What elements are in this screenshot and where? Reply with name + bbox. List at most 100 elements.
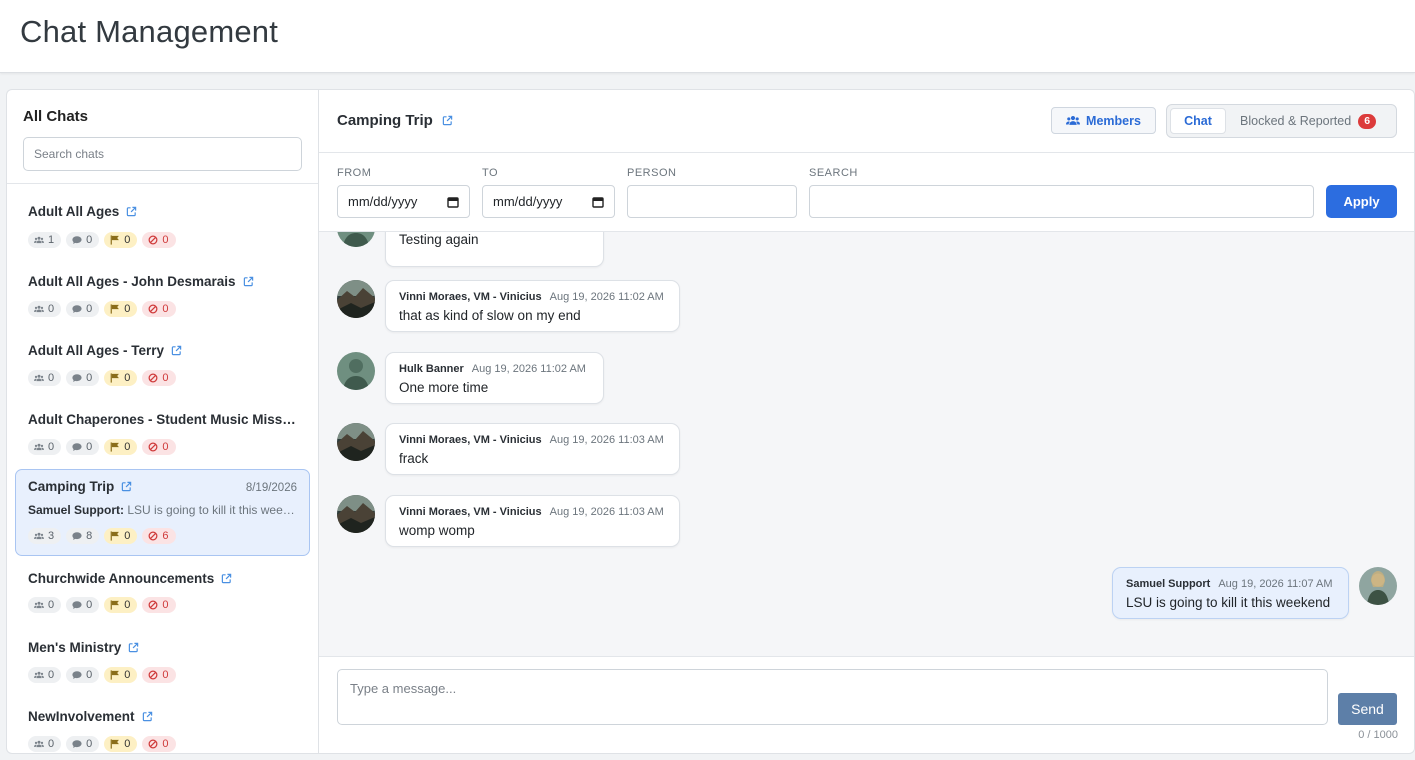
chat-name: Adult All Ages - John Desmarais — [28, 274, 236, 289]
message-bubble: Vinni Moraes, VM - Vinicius Aug 19, 2026… — [385, 495, 680, 547]
chat-title: Camping Trip — [337, 112, 433, 129]
send-button[interactable]: Send — [1338, 693, 1397, 725]
comment-icon — [72, 670, 82, 680]
chat-list-item[interactable]: Adult Chaperones - Student Music Mission… — [15, 402, 310, 466]
flag-icon — [110, 670, 120, 680]
members-count-badge: 3 — [28, 528, 62, 544]
messages-count-badge: 0 — [66, 667, 100, 683]
message-text: Testing again — [399, 232, 479, 247]
flag-icon — [110, 739, 120, 749]
chat-list-item[interactable]: Adult All Ages - John Desmarais 0 0 0 0 — [15, 264, 310, 328]
message-text: One more time — [399, 380, 489, 395]
person-label: PERSON — [627, 167, 677, 179]
external-link-icon[interactable] — [126, 206, 137, 217]
message-text: LSU is going to kill it this weekend — [1126, 595, 1331, 610]
message-list[interactable]: Testing again Vinni Moraes, VM - Viniciu… — [319, 232, 1414, 656]
to-date-input[interactable]: mm/dd/yyyy — [482, 185, 615, 218]
calendar-icon[interactable] — [447, 196, 459, 208]
message-time: Aug 19, 2026 11:03 AM — [549, 506, 664, 518]
members-count-badge: 1 — [28, 232, 62, 248]
flags-count-badge: 0 — [104, 301, 138, 317]
sidebar-divider — [7, 183, 318, 184]
chat-list-item[interactable]: NewInvolvement 0 0 0 0 — [15, 699, 310, 753]
members-count-badge: 0 — [28, 667, 62, 683]
from-date-input[interactable]: mm/dd/yyyy — [337, 185, 470, 218]
comment-icon — [72, 442, 82, 452]
flags-count-badge: 0 — [104, 736, 138, 752]
search-chats-input[interactable] — [23, 137, 302, 171]
ban-icon — [148, 531, 158, 541]
external-link-icon[interactable] — [142, 711, 153, 722]
tab-blocked-reported[interactable]: Blocked & Reported 6 — [1240, 108, 1377, 134]
chat-list-item-active[interactable]: Camping Trip 8/19/2026 Samuel Support: L… — [15, 469, 310, 556]
chat-name: Men's Ministry — [28, 640, 122, 655]
tab-chat[interactable]: Chat — [1170, 108, 1226, 134]
message-text: frack — [399, 451, 429, 466]
message-input[interactable] — [337, 669, 1328, 725]
members-count-badge: 0 — [28, 301, 62, 317]
chat-name: Adult All Ages — [28, 204, 120, 219]
message-time: Aug 19, 2026 11:02 AM — [471, 363, 586, 375]
blocked-count-badge: 0 — [142, 439, 176, 455]
chat-list-item[interactable]: Adult All Ages 1 0 0 0 — [15, 194, 310, 258]
blocked-count-badge: 0 — [142, 667, 176, 683]
avatar — [1359, 567, 1397, 605]
flags-count-badge: 0 — [104, 597, 138, 613]
page-title: Chat Management — [20, 14, 279, 49]
message-bubble: Vinni Moraes, VM - Vinicius Aug 19, 2026… — [385, 423, 680, 475]
filter-bar: FROM mm/dd/yyyy TO mm/dd/yyyy PERSON SEA… — [319, 153, 1414, 232]
users-icon — [34, 531, 44, 541]
message-bubble: Samuel Support Aug 19, 2026 11:07 AM LSU… — [1112, 567, 1349, 619]
messages-count-badge: 0 — [66, 597, 100, 613]
message-time: Aug 19, 2026 11:07 AM — [1218, 578, 1333, 590]
messages-count-badge: 0 — [66, 736, 100, 752]
ban-icon — [148, 739, 158, 749]
external-link-icon[interactable] — [128, 642, 139, 653]
message-time: Aug 19, 2026 11:02 AM — [549, 291, 664, 303]
ban-icon — [148, 670, 158, 680]
users-icon — [34, 235, 44, 245]
character-count: 0 / 1000 — [1358, 729, 1398, 741]
message-bubble: Testing again — [385, 232, 604, 267]
external-link-icon[interactable] — [243, 276, 254, 287]
members-count-badge: 0 — [28, 597, 62, 613]
users-icon — [34, 600, 44, 610]
preview-text: LSU is going to kill it this weekend — [127, 503, 300, 517]
view-tabs: Chat Blocked & Reported 6 — [1166, 104, 1397, 138]
message-text: that as kind of slow on my end — [399, 308, 581, 323]
chat-list-item[interactable]: Churchwide Announcements 0 0 0 0 — [15, 561, 310, 625]
apply-button[interactable]: Apply — [1326, 185, 1397, 218]
messages-count-badge: 8 — [66, 528, 100, 544]
external-link-icon[interactable] — [171, 345, 182, 356]
ban-icon — [148, 442, 158, 452]
message-sender: Vinni Moraes, VM - Vinicius — [399, 291, 542, 303]
message-bubble: Hulk Banner Aug 19, 2026 11:02 AM One mo… — [385, 352, 604, 404]
flags-count-badge: 0 — [104, 370, 138, 386]
chat-list-item[interactable]: Men's Ministry 0 0 0 0 — [15, 630, 310, 694]
person-input[interactable] — [627, 185, 797, 218]
comment-icon — [72, 373, 82, 383]
messages-count-badge: 0 — [66, 301, 100, 317]
calendar-icon[interactable] — [592, 196, 604, 208]
chat-name: Adult All Ages - Terry — [28, 343, 165, 358]
users-icon — [34, 373, 44, 383]
members-button[interactable]: Members — [1051, 107, 1156, 134]
flags-count-badge: 0 — [104, 667, 138, 683]
external-link-icon[interactable] — [221, 573, 232, 584]
users-icon — [34, 739, 44, 749]
flag-icon — [110, 235, 120, 245]
avatar — [337, 352, 375, 390]
comment-icon — [72, 304, 82, 314]
users-icon — [34, 670, 44, 680]
avatar — [337, 495, 375, 533]
chat-list-item[interactable]: Adult All Ages - Terry 0 0 0 0 — [15, 333, 310, 397]
comment-icon — [72, 531, 82, 541]
search-input[interactable] — [809, 185, 1314, 218]
message-time: Aug 19, 2026 11:03 AM — [549, 434, 664, 446]
external-link-icon[interactable] — [442, 115, 453, 126]
search-label: SEARCH — [809, 167, 858, 179]
sidebar-title: All Chats — [23, 108, 89, 125]
external-link-icon[interactable] — [121, 481, 132, 492]
flags-count-badge: 0 — [104, 439, 138, 455]
ban-icon — [148, 373, 158, 383]
